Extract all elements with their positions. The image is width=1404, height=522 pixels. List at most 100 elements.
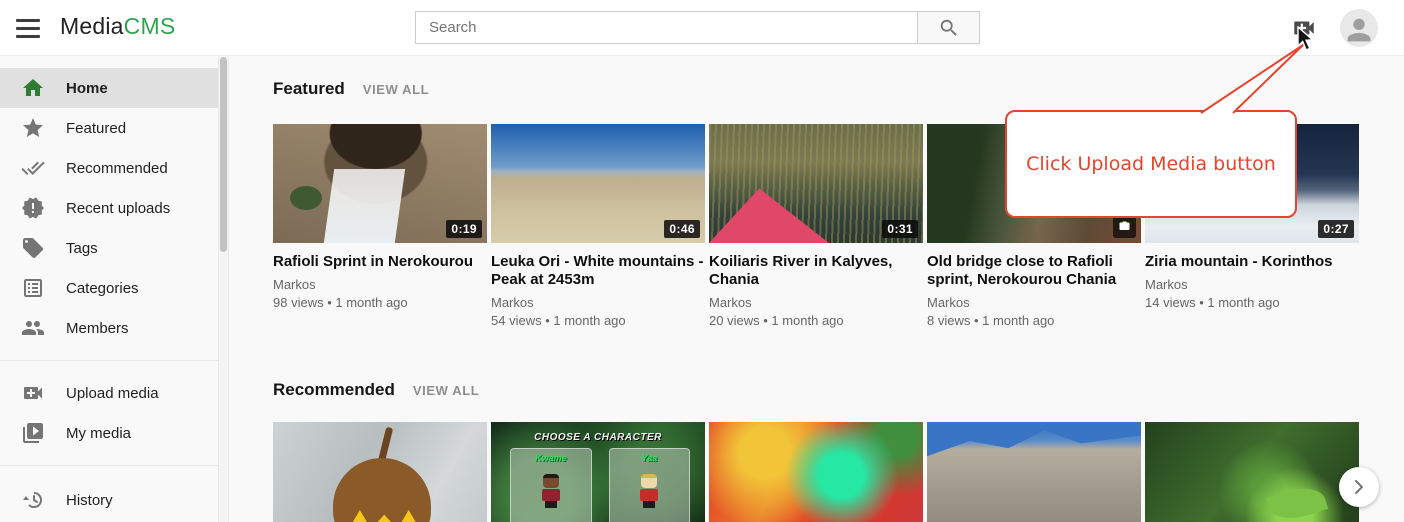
sidebar-label: Featured <box>66 120 126 137</box>
sidebar-label: History <box>66 492 113 509</box>
media-thumbnail[interactable]: CHOOSE A CHARACTER Kwame Yaa Selected Se… <box>491 422 705 522</box>
sidebar-label: Home <box>66 80 108 97</box>
media-card: 0:31 Koiliaris River in Kalyves, Chania … <box>709 124 923 328</box>
sidebar-scrollbar[interactable] <box>218 56 229 522</box>
media-title[interactable]: Ziria mountain - Korinthos <box>1145 253 1359 271</box>
media-title[interactable]: Koiliaris River in Kalyves, Chania <box>709 253 923 289</box>
featured-view-all-link[interactable]: VIEW ALL <box>363 82 429 97</box>
sidebar-label: Members <box>66 320 129 337</box>
media-card <box>1145 422 1359 522</box>
sidebar-item-categories[interactable]: Categories <box>0 268 218 308</box>
game-character-name: Kwame <box>511 453 590 463</box>
sidebar-label: Upload media <box>66 385 159 402</box>
media-thumbnail[interactable]: 0:19 <box>273 124 487 243</box>
menu-icon[interactable] <box>14 16 42 41</box>
sidebar-label: Categories <box>66 280 139 297</box>
camera-icon <box>1118 220 1131 232</box>
game-character-sprite <box>540 474 562 508</box>
user-avatar[interactable] <box>1340 9 1378 47</box>
tutorial-callout: Click Upload Media button <box>1005 110 1297 218</box>
carousel-next-button[interactable] <box>1339 467 1379 507</box>
recommended-view-all-link[interactable]: VIEW ALL <box>413 383 479 398</box>
media-thumbnail[interactable] <box>709 422 923 522</box>
media-card: CHOOSE A CHARACTER Kwame Yaa Selected Se… <box>491 422 705 522</box>
sidebar-item-featured[interactable]: Featured <box>0 108 218 148</box>
duration-badge: 0:27 <box>1318 220 1354 238</box>
duration-badge: 0:46 <box>664 220 700 238</box>
duration-badge: 0:31 <box>882 220 918 238</box>
callout-text: Click Upload Media button <box>1026 153 1276 175</box>
media-title[interactable]: Old bridge close to Rafioli sprint, Nero… <box>927 253 1141 289</box>
list-icon <box>21 276 45 300</box>
video-upload-icon <box>1291 15 1317 41</box>
duration-badge: 0:19 <box>446 220 482 238</box>
sidebar-item-history[interactable]: History <box>0 480 218 520</box>
search-button[interactable] <box>917 11 980 44</box>
scrollbar-thumb[interactable] <box>220 57 227 252</box>
sidebar: Home Featured Recommended Recent uploads… <box>0 56 218 522</box>
sidebar-item-my-media[interactable]: My media <box>0 413 218 453</box>
media-author[interactable]: Markos <box>709 295 923 310</box>
game-character-name: Yaa <box>610 453 689 463</box>
person-icon <box>1342 13 1376 47</box>
done-all-icon <box>21 156 45 180</box>
media-meta: 98 views • 1 month ago <box>273 295 487 310</box>
sidebar-item-recommended[interactable]: Recommended <box>0 148 218 188</box>
sidebar-group-media: Upload media My media <box>0 361 218 466</box>
logo[interactable]: MediaCMS <box>60 13 175 40</box>
media-card <box>927 422 1141 522</box>
top-bar: MediaCMS <box>0 0 1404 56</box>
game-thumb-heading: CHOOSE A CHARACTER <box>491 432 705 443</box>
media-thumbnail[interactable] <box>273 422 487 522</box>
sidebar-group-history: History <box>0 466 218 522</box>
featured-section-header: Featured VIEW ALL <box>273 79 429 99</box>
media-author[interactable]: Markos <box>927 295 1141 310</box>
sidebar-group-main: Home Featured Recommended Recent uploads… <box>0 56 218 361</box>
media-thumbnail[interactable] <box>927 422 1141 522</box>
pumpkin-art <box>333 458 431 522</box>
logo-media: Media <box>60 13 124 39</box>
media-card: 0:19 Rafioli Sprint in Nerokourou Markos… <box>273 124 487 328</box>
media-title[interactable]: Leuka Ori - White mountains - Peak at 24… <box>491 253 705 289</box>
image-type-badge <box>1113 216 1136 238</box>
search-input[interactable] <box>415 11 917 44</box>
sidebar-item-members[interactable]: Members <box>0 308 218 348</box>
media-thumbnail[interactable]: 0:31 <box>709 124 923 243</box>
sidebar-label: Recent uploads <box>66 200 170 217</box>
sidebar-label: Tags <box>66 240 98 257</box>
game-thumb-panel: Kwame <box>510 448 591 522</box>
home-icon <box>21 76 45 100</box>
people-icon <box>21 316 45 340</box>
recommended-cards-row: CHOOSE A CHARACTER Kwame Yaa Selected Se… <box>273 422 1359 522</box>
sidebar-label: My media <box>66 425 131 442</box>
media-thumbnail[interactable] <box>1145 422 1359 522</box>
media-card <box>273 422 487 522</box>
section-title: Recommended <box>273 380 395 400</box>
search-bar <box>415 11 980 44</box>
sidebar-item-tags[interactable]: Tags <box>0 228 218 268</box>
media-title[interactable]: Rafioli Sprint in Nerokourou <box>273 253 487 271</box>
media-meta: 8 views • 1 month ago <box>927 313 1141 328</box>
tag-icon <box>21 236 45 260</box>
new-releases-icon <box>21 196 45 220</box>
media-card <box>709 422 923 522</box>
media-author[interactable]: Markos <box>1145 277 1359 292</box>
star-icon <box>21 116 45 140</box>
upload-media-button[interactable] <box>1291 15 1317 41</box>
sidebar-item-recent-uploads[interactable]: Recent uploads <box>0 188 218 228</box>
search-icon <box>938 17 960 39</box>
video-upload-icon <box>21 381 45 405</box>
game-character-sprite <box>638 474 660 508</box>
media-author[interactable]: Markos <box>491 295 705 310</box>
sidebar-item-home[interactable]: Home <box>0 68 218 108</box>
sidebar-item-upload-media[interactable]: Upload media <box>0 373 218 413</box>
history-icon <box>21 488 45 512</box>
media-meta: 14 views • 1 month ago <box>1145 295 1359 310</box>
game-thumb-panel: Yaa <box>609 448 690 522</box>
media-thumbnail[interactable]: 0:46 <box>491 124 705 243</box>
recommended-section-header: Recommended VIEW ALL <box>273 380 479 400</box>
video-library-icon <box>21 421 45 445</box>
chevron-right-icon <box>1347 475 1371 499</box>
logo-cms: CMS <box>124 13 176 39</box>
media-author[interactable]: Markos <box>273 277 487 292</box>
